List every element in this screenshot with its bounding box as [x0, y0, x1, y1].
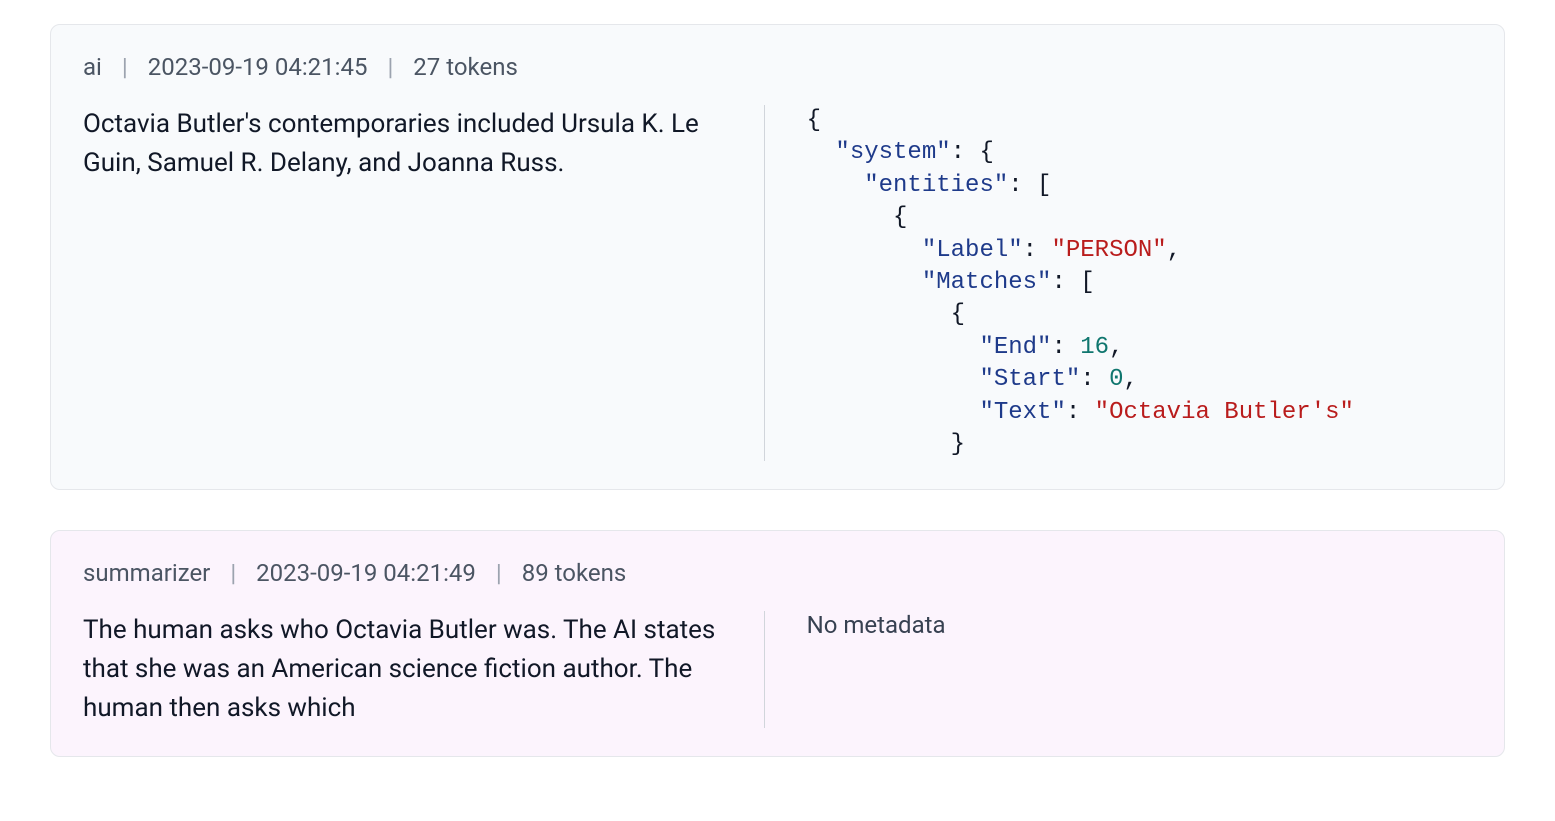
separator: | — [122, 53, 128, 81]
timestamp: 2023-09-19 04:21:45 — [148, 53, 368, 81]
timestamp: 2023-09-19 04:21:49 — [256, 559, 476, 587]
token-count: 27 tokens — [413, 53, 518, 81]
message-card-summarizer: summarizer | 2023-09-19 04:21:49 | 89 to… — [50, 530, 1505, 757]
metadata-json: { "system": { "entities": [ { "Label": "… — [764, 105, 1472, 461]
metadata-text: No metadata — [764, 611, 1472, 728]
content-row: The human asks who Octavia Butler was. T… — [83, 611, 1472, 728]
meta-row: summarizer | 2023-09-19 04:21:49 | 89 to… — [83, 559, 1472, 587]
separator: | — [230, 559, 236, 587]
role-label: summarizer — [83, 559, 210, 587]
message-card-ai: ai | 2023-09-19 04:21:45 | 27 tokens Oct… — [50, 24, 1505, 490]
role-label: ai — [83, 53, 102, 81]
message-text: The human asks who Octavia Butler was. T… — [83, 611, 764, 728]
token-count: 89 tokens — [522, 559, 627, 587]
content-row: Octavia Butler's contemporaries included… — [83, 105, 1472, 461]
message-text: Octavia Butler's contemporaries included… — [83, 105, 764, 461]
separator: | — [496, 559, 502, 587]
separator: | — [387, 53, 393, 81]
meta-row: ai | 2023-09-19 04:21:45 | 27 tokens — [83, 53, 1472, 81]
